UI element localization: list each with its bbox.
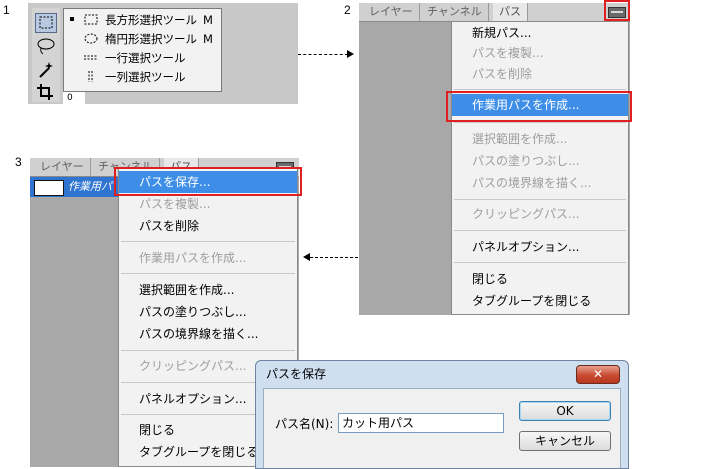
- path-row-label: 作業用パ: [68, 180, 112, 193]
- tool-item-single-column[interactable]: 一列選択ツール: [64, 68, 219, 86]
- menu-item-label: パネルオプション...: [472, 240, 580, 254]
- paths-panel-menu: 新規パス... パスを複製... パスを削除 作業用パスを作成... 選択範囲を…: [451, 21, 629, 315]
- magic-wand-tool-button[interactable]: [35, 60, 57, 80]
- menu-separator: [454, 122, 626, 123]
- magic-wand-icon: [39, 62, 53, 78]
- single-column-marquee-icon: [88, 71, 93, 82]
- menu-item-label: タブグループを閉じる: [139, 445, 259, 459]
- menu-item-label: 選択範囲を作成...: [139, 283, 235, 297]
- menu-item-make-selection[interactable]: 選択範囲を作成...: [452, 128, 628, 150]
- menu-item-fill-path[interactable]: パスの塗りつぶし...: [452, 150, 628, 172]
- dialog-body: パス名(N): カット用パス OK キャンセル: [263, 388, 621, 468]
- menu-item-label: クリッピングパス...: [139, 359, 247, 373]
- crop-tool-button[interactable]: [35, 82, 57, 102]
- single-row-marquee-icon: [84, 55, 98, 60]
- menu-item-label: パスを複製...: [472, 46, 544, 60]
- tool-item-shortcut: M: [203, 13, 213, 27]
- menu-item-label: パスの境界線を描く...: [472, 176, 592, 190]
- tool-item-label: 楕円形選択ツール: [105, 32, 197, 46]
- menu-item-label: パスの塗りつぶし...: [472, 154, 580, 168]
- menu-item-stroke-path[interactable]: パスの境界線を描く...: [452, 172, 628, 194]
- menu-separator: [454, 262, 626, 263]
- menu-item-label: 作業用パスを作成...: [139, 251, 247, 265]
- ok-button[interactable]: OK: [519, 401, 611, 421]
- step-number-1: 1: [3, 3, 10, 17]
- tool-item-label: 長方形選択ツール: [105, 13, 197, 27]
- callout-highlight-save-path: [114, 167, 302, 196]
- rect-marquee-icon: [39, 16, 53, 29]
- tool-item-elliptical-marquee[interactable]: 楕円形選択ツール M: [64, 30, 219, 48]
- menu-separator: [454, 230, 626, 231]
- menu-item-label: 新規パス...: [472, 26, 532, 40]
- tab-layers[interactable]: レイヤー: [34, 158, 91, 176]
- menu-item-delete-path[interactable]: パスを削除: [119, 215, 297, 237]
- menu-item-label: タブグループを閉じる: [472, 294, 592, 308]
- menu-item-label: パスの塗りつぶし...: [139, 305, 247, 319]
- panel-tab-bar: レイヤー チャンネル パス: [359, 3, 630, 22]
- menu-separator: [121, 241, 295, 242]
- menu-item-label: 選択範囲を作成...: [472, 132, 568, 146]
- elliptical-marquee-icon: [84, 33, 98, 44]
- menu-item-make-work-path[interactable]: 作業用パスを作成...: [119, 247, 297, 269]
- path-name-label: パス名(N):: [275, 417, 334, 431]
- tool-item-single-row[interactable]: 一行選択ツール: [64, 49, 219, 67]
- tab-paths[interactable]: パス: [493, 3, 528, 21]
- step-number-3: 3: [15, 155, 22, 169]
- menu-item-label: パスの境界線を描く...: [139, 327, 259, 341]
- menu-item-duplicate-path[interactable]: パスを複製...: [452, 42, 628, 64]
- rect-marquee-icon: [84, 14, 98, 25]
- path-thumbnail: [34, 180, 64, 196]
- step-number-2: 2: [344, 3, 351, 17]
- dialog-title: パスを保存: [266, 367, 327, 381]
- menu-separator: [121, 273, 295, 274]
- menu-item-label: パネルオプション...: [139, 392, 247, 406]
- tab-channels[interactable]: チャンネル: [421, 3, 489, 21]
- ruler-corner: 0: [63, 92, 85, 104]
- arrow-head-left: [303, 253, 310, 261]
- arrow-to-step-2: [298, 54, 348, 55]
- callout-highlight-make-work-path: [446, 91, 632, 122]
- menu-item-duplicate-path[interactable]: パスを複製...: [119, 193, 297, 215]
- menu-item-label: パスを削除: [139, 219, 200, 233]
- dialog-close-button[interactable]: ✕: [576, 365, 620, 384]
- menu-item-fill-path[interactable]: パスの塗りつぶし...: [119, 301, 297, 323]
- menu-item-close[interactable]: 閉じる: [452, 268, 628, 290]
- tool-item-shortcut: M: [203, 32, 213, 46]
- menu-item-stroke-path[interactable]: パスの境界線を描く...: [119, 323, 297, 345]
- cancel-button[interactable]: キャンセル: [519, 431, 611, 451]
- arrow-to-step-3: [310, 257, 358, 258]
- tool-item-label: 一列選択ツール: [105, 70, 186, 84]
- marquee-flyout-menu: 長方形選択ツール M 楕円形選択ツール M 一行選択ツール 一列選択ツール: [63, 8, 222, 92]
- crop-icon: [37, 84, 53, 100]
- lasso-tool-button[interactable]: [35, 36, 57, 56]
- arrow-head-right: [347, 50, 354, 58]
- menu-item-panel-options[interactable]: パネルオプション...: [452, 236, 628, 258]
- tool-item-label: 一行選択ツール: [105, 51, 186, 65]
- lasso-icon: [37, 38, 55, 55]
- path-name-input[interactable]: カット用パス: [338, 413, 504, 433]
- menu-item-clipping-path[interactable]: クリッピングパス...: [452, 203, 628, 225]
- menu-separator: [454, 199, 626, 200]
- menu-item-label: パスを削除: [472, 67, 533, 81]
- menu-separator: [121, 350, 295, 351]
- tab-layers[interactable]: レイヤー: [363, 3, 420, 21]
- save-path-dialog: パスを保存 ✕ パス名(N): カット用パス OK キャンセル: [255, 360, 629, 469]
- menu-item-close-tab-group[interactable]: タブグループを閉じる: [452, 290, 628, 312]
- marquee-tool-button[interactable]: [35, 13, 57, 33]
- menu-item-label: 閉じる: [472, 272, 509, 286]
- tool-item-rect-marquee[interactable]: 長方形選択ツール M: [64, 11, 219, 29]
- menu-item-label: クリッピングパス...: [472, 207, 580, 221]
- callout-highlight-panel-menu: [604, 0, 630, 21]
- menu-item-new-path[interactable]: 新規パス...: [452, 22, 628, 44]
- menu-item-label: 閉じる: [139, 423, 176, 437]
- toolbox-column: [32, 8, 60, 102]
- menu-item-label: パスを複製...: [139, 197, 211, 211]
- menu-item-make-selection[interactable]: 選択範囲を作成...: [119, 279, 297, 301]
- menu-item-delete-path[interactable]: パスを削除: [452, 63, 628, 85]
- menu-separator: [454, 89, 626, 90]
- selected-bullet: [70, 17, 74, 21]
